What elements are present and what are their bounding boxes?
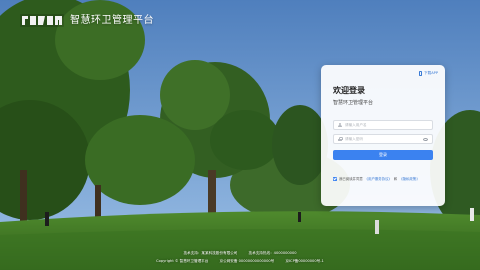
download-app-link[interactable]: 下载APP bbox=[419, 71, 438, 76]
login-button[interactable]: 登录 bbox=[333, 150, 433, 160]
eye-icon[interactable] bbox=[423, 138, 428, 141]
lock-icon bbox=[338, 137, 344, 141]
brand-logo-icon bbox=[20, 12, 64, 27]
phone-icon bbox=[419, 71, 423, 76]
user-agreement-link[interactable]: 《用户服务协议》 bbox=[365, 176, 392, 181]
login-card: 下载APP 欢迎登录 智慧环卫管理平台 登录 我已阅读并同意 《用户服务协议》 … bbox=[321, 65, 445, 206]
brand-header: 智慧环卫管理平台 bbox=[20, 11, 154, 27]
footer-icp-record[interactable]: 京ICP备00000000号-1 bbox=[285, 259, 323, 263]
welcome-title: 欢迎登录 bbox=[333, 86, 365, 95]
footer-support-hotline: 技术支持热线：4000000000 bbox=[248, 251, 297, 255]
username-input[interactable] bbox=[345, 121, 425, 129]
agreement-and: 和 bbox=[393, 177, 398, 181]
password-input[interactable] bbox=[345, 135, 425, 143]
agreement-row: 我已阅读并同意 《用户服务协议》 和 《隐私政策》 bbox=[333, 176, 420, 181]
footer-support-line: 技术支持：某某科技股份有限公司 技术支持热线：4000000000 bbox=[0, 251, 480, 256]
footer-copyright: Copyright © 智慧环卫管理平台 bbox=[156, 259, 209, 263]
privacy-policy-link[interactable]: 《隐私政策》 bbox=[399, 176, 419, 181]
download-app-label: 下载APP bbox=[424, 71, 438, 75]
password-field[interactable] bbox=[333, 134, 433, 144]
brand-title: 智慧环卫管理平台 bbox=[70, 15, 154, 26]
footer-copyright-line: Copyright © 智慧环卫管理平台 京公网安备 0000000000000… bbox=[0, 259, 480, 264]
username-field[interactable] bbox=[333, 120, 433, 130]
user-icon bbox=[338, 123, 342, 127]
agreement-prefix: 我已阅读并同意 bbox=[339, 177, 363, 181]
footer-support-company: 技术支持：某某科技股份有限公司 bbox=[183, 251, 238, 255]
platform-subtitle: 智慧环卫管理平台 bbox=[333, 100, 374, 106]
footer-police-record[interactable]: 京公网安备 00000000000000号 bbox=[220, 259, 275, 263]
agreement-checkbox[interactable] bbox=[333, 176, 337, 181]
